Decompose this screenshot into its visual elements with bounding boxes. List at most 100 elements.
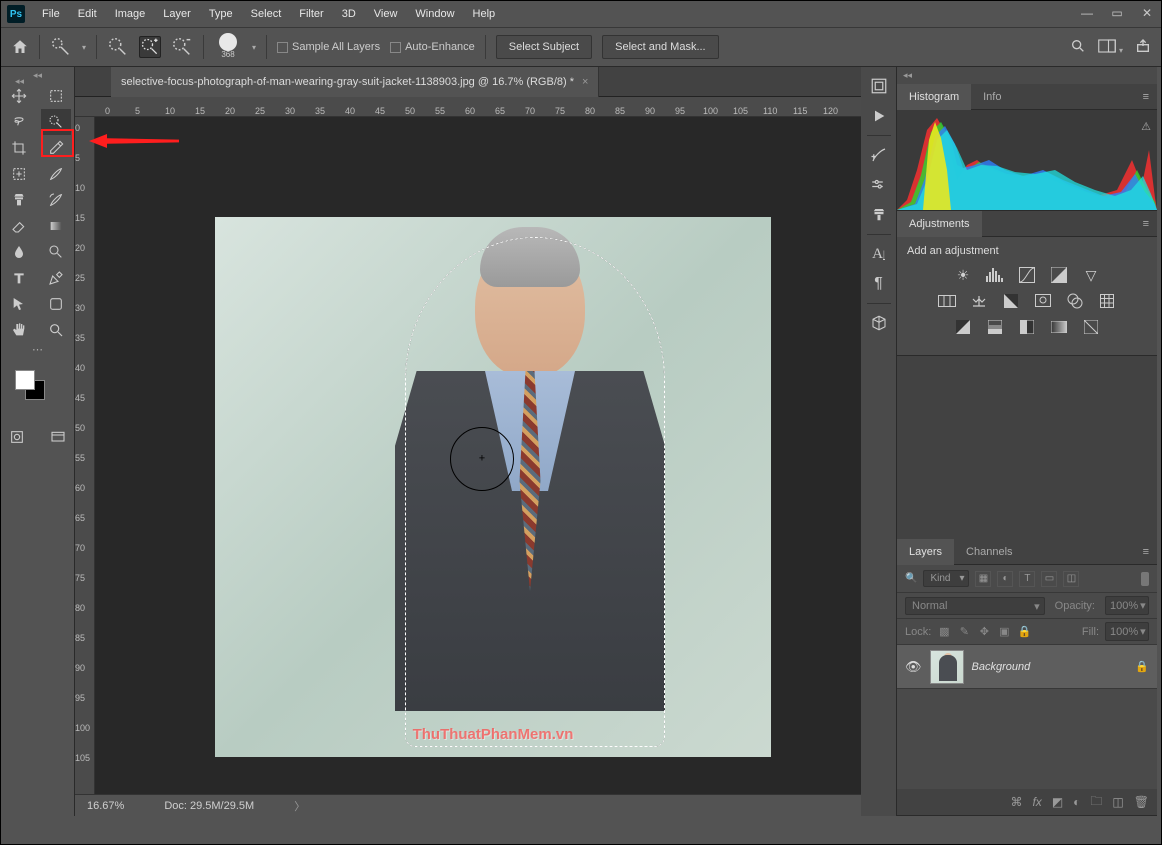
selective-color-icon[interactable] bbox=[1080, 317, 1102, 337]
clone-stamp-tool[interactable] bbox=[4, 187, 34, 213]
canvas[interactable]: ThuThuatPhanMem.vn bbox=[215, 217, 771, 757]
shape-tool[interactable] bbox=[41, 291, 71, 317]
lock-image-icon[interactable]: ✎ bbox=[957, 625, 971, 639]
exposure-icon[interactable] bbox=[1048, 265, 1070, 285]
menu-view[interactable]: View bbox=[365, 4, 407, 24]
menu-edit[interactable]: Edit bbox=[69, 4, 106, 24]
levels-icon[interactable] bbox=[984, 265, 1006, 285]
status-arrow-icon[interactable]: 〉 bbox=[294, 798, 305, 814]
lock-artboard-icon[interactable]: ▣ bbox=[997, 625, 1011, 639]
filter-pixel-icon[interactable]: ▦ bbox=[975, 571, 991, 587]
gradient-map-icon[interactable] bbox=[1048, 317, 1070, 337]
window-minimize-button[interactable]: — bbox=[1079, 5, 1095, 21]
actions-play-icon[interactable] bbox=[865, 103, 893, 129]
filter-smart-icon[interactable]: ◫ bbox=[1063, 571, 1079, 587]
paragraph-panel-icon[interactable]: ¶ bbox=[865, 271, 893, 297]
histogram-panel-menu-icon[interactable]: ≡ bbox=[1135, 91, 1157, 103]
vibrance-icon[interactable]: ▽ bbox=[1080, 265, 1102, 285]
new-adjustment-layer-icon[interactable]: ◐ bbox=[1073, 795, 1080, 809]
crop-tool[interactable] bbox=[4, 135, 34, 161]
filter-adjustment-icon[interactable]: ◐ bbox=[997, 571, 1013, 587]
lock-all-icon[interactable]: 🔒 bbox=[1017, 625, 1031, 639]
layers-panel-menu-icon[interactable]: ≡ bbox=[1135, 546, 1157, 558]
quick-mask-icon[interactable] bbox=[2, 424, 32, 450]
tab-layers[interactable]: Layers bbox=[897, 539, 954, 565]
history-brush-tool[interactable] bbox=[41, 187, 71, 213]
adjustments-panel-menu-icon[interactable]: ≡ bbox=[1135, 218, 1157, 230]
histogram-warning-icon[interactable]: ⚠ bbox=[1141, 120, 1151, 133]
zoom-tool[interactable] bbox=[41, 317, 71, 343]
home-icon[interactable] bbox=[11, 38, 29, 56]
menu-help[interactable]: Help bbox=[464, 4, 505, 24]
marquee-tool[interactable] bbox=[41, 83, 71, 109]
layer-name[interactable]: Background bbox=[972, 661, 1031, 673]
menu-image[interactable]: Image bbox=[106, 4, 155, 24]
color-balance-icon[interactable] bbox=[968, 291, 990, 311]
menu-layer[interactable]: Layer bbox=[154, 4, 200, 24]
photo-filter-icon[interactable] bbox=[1032, 291, 1054, 311]
curves-icon[interactable] bbox=[1016, 265, 1038, 285]
healing-brush-tool[interactable] bbox=[4, 161, 34, 187]
select-subject-button[interactable]: Select Subject bbox=[496, 35, 592, 59]
lasso-tool[interactable] bbox=[4, 109, 34, 135]
search-icon[interactable] bbox=[1070, 38, 1086, 57]
color-lookup-icon[interactable] bbox=[1096, 291, 1118, 311]
select-and-mask-button[interactable]: Select and Mask... bbox=[602, 35, 719, 59]
lock-position-icon[interactable]: ✥ bbox=[977, 625, 991, 639]
hue-saturation-icon[interactable] bbox=[936, 291, 958, 311]
layer-visibility-icon[interactable]: 👁 bbox=[905, 659, 922, 675]
tab-histogram[interactable]: Histogram bbox=[897, 84, 971, 110]
new-selection-icon[interactable] bbox=[107, 36, 129, 58]
clone-source-icon[interactable] bbox=[865, 202, 893, 228]
foreground-color-swatch[interactable] bbox=[15, 370, 35, 390]
black-white-icon[interactable] bbox=[1000, 291, 1022, 311]
layer-thumbnail[interactable] bbox=[930, 650, 964, 684]
subtract-from-selection-icon[interactable] bbox=[171, 36, 193, 58]
path-selection-tool[interactable] bbox=[4, 291, 34, 317]
brush-tool[interactable] bbox=[41, 161, 71, 187]
filter-shape-icon[interactable]: ▭ bbox=[1041, 571, 1057, 587]
brush-preview[interactable]: 368 bbox=[214, 33, 242, 61]
character-panel-icon[interactable]: A| bbox=[865, 241, 893, 267]
menu-3d[interactable]: 3D bbox=[333, 4, 365, 24]
zoom-level[interactable]: 16.67% bbox=[87, 800, 124, 812]
filter-type-icon[interactable]: T bbox=[1019, 571, 1035, 587]
document-size[interactable]: Doc: 29.5M/29.5M bbox=[164, 800, 254, 812]
eraser-tool[interactable] bbox=[4, 213, 34, 239]
menu-select[interactable]: Select bbox=[242, 4, 291, 24]
window-maximize-button[interactable]: ▭ bbox=[1109, 5, 1125, 21]
menu-window[interactable]: Window bbox=[406, 4, 463, 24]
layer-locked-icon[interactable]: 🔒 bbox=[1135, 660, 1149, 673]
threshold-icon[interactable] bbox=[1016, 317, 1038, 337]
workspace-switcher-icon[interactable]: ▾ bbox=[1098, 39, 1123, 56]
brushes-panel-icon[interactable] bbox=[865, 142, 893, 168]
window-close-button[interactable]: ✕ bbox=[1139, 5, 1155, 21]
layer-filter-kind-dropdown[interactable]: Kind bbox=[923, 570, 969, 587]
pen-tool[interactable] bbox=[41, 265, 71, 291]
opacity-input[interactable]: 100% bbox=[1105, 596, 1149, 615]
document-tab-close-icon[interactable]: × bbox=[582, 76, 588, 88]
quick-select-icon[interactable] bbox=[50, 36, 72, 58]
sample-all-layers-checkbox[interactable]: Sample All Layers bbox=[277, 41, 380, 53]
type-tool[interactable] bbox=[4, 265, 34, 291]
canvas-area[interactable]: ThuThuatPhanMem.vn bbox=[95, 117, 861, 794]
add-mask-icon[interactable]: ◩ bbox=[1052, 795, 1063, 809]
lock-transparency-icon[interactable]: ▩ bbox=[937, 625, 951, 639]
document-tab[interactable]: selective-focus-photograph-of-man-wearin… bbox=[111, 67, 599, 97]
dodge-tool[interactable] bbox=[41, 239, 71, 265]
delete-layer-icon[interactable]: 🗑 bbox=[1134, 795, 1149, 809]
brightness-contrast-icon[interactable]: ☀ bbox=[952, 265, 974, 285]
menu-filter[interactable]: Filter bbox=[290, 4, 332, 24]
panels-expand-icon[interactable]: ◂◂ bbox=[897, 67, 918, 84]
ruler-vertical[interactable]: 0510152025303540455055606570758085909510… bbox=[75, 117, 95, 794]
new-layer-icon[interactable]: ◫ bbox=[1112, 795, 1123, 809]
options-collapse-icon[interactable]: ◂◂ bbox=[15, 76, 24, 87]
tab-info[interactable]: Info bbox=[971, 84, 1013, 110]
brush-settings-icon[interactable] bbox=[865, 172, 893, 198]
tab-channels[interactable]: Channels bbox=[954, 539, 1024, 565]
channel-mixer-icon[interactable] bbox=[1064, 291, 1086, 311]
blend-mode-dropdown[interactable]: Normal bbox=[905, 597, 1045, 615]
hand-tool[interactable] bbox=[4, 317, 34, 343]
layer-effects-icon[interactable]: fx bbox=[1032, 795, 1041, 809]
layer-item-background[interactable]: 👁 Background 🔒 bbox=[897, 645, 1157, 689]
